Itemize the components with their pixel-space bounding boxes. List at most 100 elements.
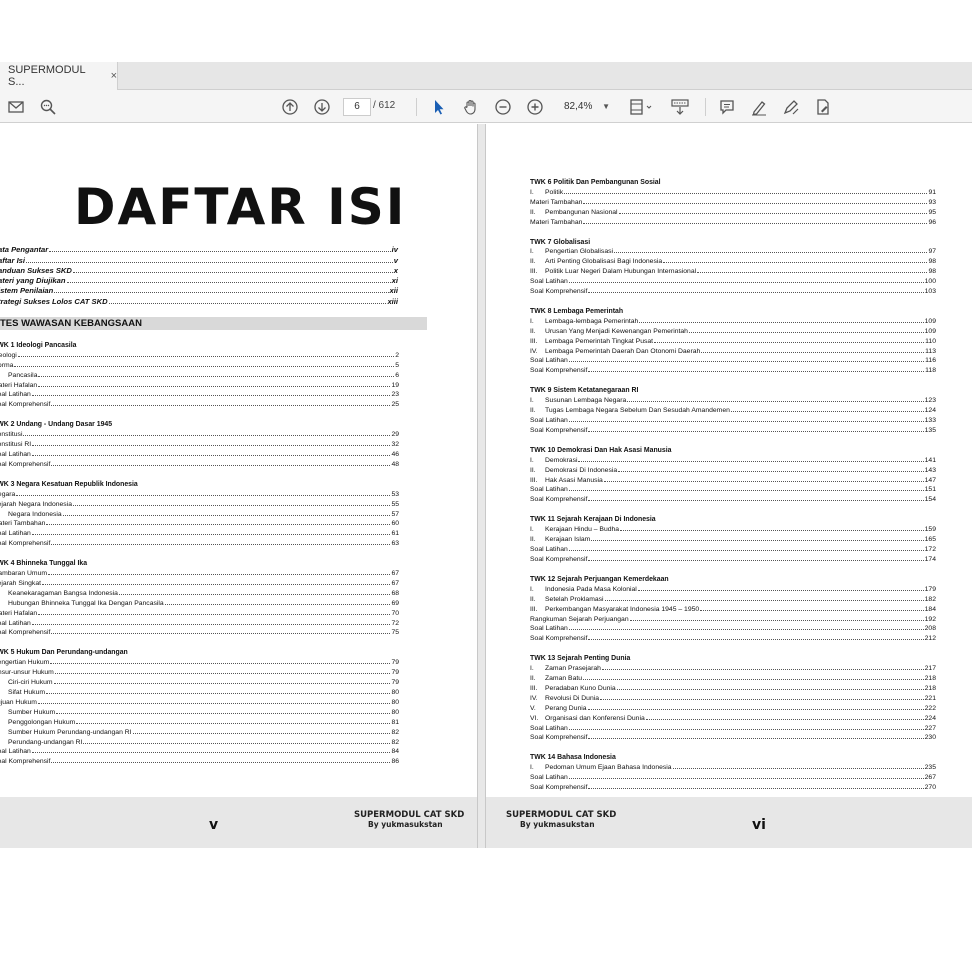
tab-close-icon[interactable]: × (111, 70, 117, 82)
toc-entry[interactable]: Soal Komprehensif 75 (0, 627, 399, 636)
toc-entry[interactable]: II. Urusan Yang Menjadi Kewenangan Pemeri… (530, 325, 936, 335)
toc-entry[interactable]: Materi Tambahan 60 (0, 518, 399, 527)
toc-entry[interactable]: Soal Latihan 151 (530, 484, 936, 493)
toc-entry[interactable]: II. Pembangunan Nasional 95 (530, 206, 936, 216)
toc-entry[interactable]: III. Perkembangan Masyarakat Indonesia 19… (530, 603, 936, 613)
toc-section-title[interactable]: TWK 9 Sistem Ketatanegaraan RI (530, 384, 936, 394)
toc-section-title[interactable]: TWK 14 Bahasa Indonesia (530, 751, 936, 761)
toc-entry[interactable]: I.Pancasila 6 (0, 369, 399, 379)
toc-entry[interactable]: Soal Komprehensif 86 (0, 755, 399, 765)
toc-entry[interactable]: I. Kerajaan Hindu – Budha 159 (530, 523, 936, 533)
toc-entry[interactable]: Konstitusi 29 (0, 428, 399, 438)
scroll-mode-icon[interactable] (668, 96, 692, 118)
toc-entry[interactable]: Soal Komprehensif 118 (530, 364, 936, 374)
toc-entry[interactable]: Gambaran Umum 67 (0, 567, 399, 577)
toc-entry[interactable]: II. Tugas Lembaga Negara Sebelum Dan Sesu… (530, 404, 936, 414)
toc-entry[interactable]: Soal Latihan 84 (0, 746, 399, 755)
toc-entry[interactable]: Soal Komprehensif 135 (530, 424, 936, 434)
toc-entry[interactable]: ata Pengantar iv (0, 244, 398, 254)
toc-section-title[interactable]: TWK 2 Undang - Undang Dasar 1945 (0, 418, 399, 428)
toc-entry[interactable]: Soal Latihan 46 (0, 448, 399, 458)
toc-entry[interactable]: Soal Latihan 208 (530, 623, 936, 632)
toc-entry[interactable]: Soal Latihan 172 (530, 543, 936, 553)
toc-entry[interactable]: Soal Komprehensif 63 (0, 537, 399, 547)
toc-entry[interactable]: V. Perang Dunia 222 (530, 702, 936, 712)
toc-entry[interactable]: Soal Komprehensif 48 (0, 458, 399, 468)
toc-entry[interactable]: Soal Latihan 23 (0, 389, 399, 398)
toc-section-title[interactable]: TWK 5 Hukum Dan Perundang-undangan (0, 646, 399, 656)
document-tab[interactable]: SUPERMODUL S... × (0, 62, 118, 90)
toc-entry[interactable]: III. Peradaban Kuno Dunia 218 (530, 682, 936, 692)
toc-entry[interactable]: IV. Revolusi Di Dunia 221 (530, 692, 936, 702)
zoom-level-select[interactable]: 82,4% ▼ (558, 98, 614, 116)
toc-entry[interactable]: Soal Latihan 227 (530, 722, 936, 732)
toc-entry[interactable]: Soal Komprehensif 154 (530, 493, 936, 503)
toc-entry[interactable]: I. Pengertian Globalisasi 97 (530, 246, 936, 255)
toc-entry[interactable]: Soal Latihan 116 (530, 355, 936, 364)
zoom-out-icon[interactable] (492, 96, 514, 118)
toc-entry[interactable]: V.Sifat Hukum 80 (0, 686, 399, 696)
toc-entry[interactable]: Soal Komprehensif 270 (530, 781, 936, 791)
toc-entry[interactable]: Materi Tambahan 93 (530, 196, 936, 206)
toc-entry[interactable]: Soal Komprehensif 174 (530, 553, 936, 563)
toc-entry[interactable]: I. Politik 91 (530, 186, 936, 196)
toc-entry[interactable]: Soal Latihan 61 (0, 527, 399, 537)
toc-entry[interactable]: I. Lembaga-lembaga Pemerintah 109 (530, 315, 936, 325)
toc-entry[interactable]: II. Arti Penting Globalisasi Bagi Indones… (530, 255, 936, 265)
toc-entry[interactable]: Negara 53 (0, 488, 399, 498)
toc-entry[interactable]: Rangkuman Sejarah Perjuangan 192 (530, 613, 936, 623)
toc-section-title[interactable]: TWK 6 Politik Dan Pembangunan Sosial (530, 176, 936, 186)
toc-entry[interactable]: Konstitusi RI 32 (0, 438, 399, 448)
toc-entry[interactable]: I. Zaman Prasejarah 217 (530, 662, 936, 672)
toc-entry[interactable]: II.Penggolongan Hukum 81 (0, 716, 399, 726)
zoom-in-icon[interactable] (524, 96, 546, 118)
toc-entry[interactable]: III. Politik Luar Negeri Dalam Hubungan I… (530, 265, 936, 275)
toc-entry[interactable]: II. Demokrasi Di Indonesia 143 (530, 464, 936, 474)
toc-entry[interactable]: I. Indonesia Pada Masa Kolonial 179 (530, 583, 936, 593)
draw-sign-icon[interactable] (780, 96, 802, 118)
toc-entry[interactable]: Soal Latihan 267 (530, 771, 936, 781)
toc-entry[interactable]: Soal Latihan 100 (530, 275, 936, 285)
comment-icon[interactable] (716, 96, 738, 118)
toc-section-title[interactable]: TWK 12 Sejarah Perjuangan Kemerdekaan (530, 573, 936, 583)
toc-entry[interactable]: Soal Latihan 72 (0, 617, 399, 627)
toc-section-title[interactable]: TWK 11 Sejarah Kerajaan Di Indonesia (530, 513, 936, 523)
toc-entry[interactable]: istem Penilaian xii (0, 285, 398, 295)
toc-entry[interactable]: II. Kerajaan Islam 165 (530, 533, 936, 543)
toc-entry[interactable]: Materi Hafalan 70 (0, 607, 399, 617)
search-icon[interactable] (37, 96, 59, 118)
email-icon[interactable] (5, 96, 27, 118)
toc-entry[interactable]: Sejarah Singkat 67 (0, 577, 399, 587)
select-cursor-icon[interactable] (428, 96, 450, 118)
toc-entry[interactable]: I.Keanekaragaman Bangsa Indonesia 68 (0, 587, 399, 597)
toc-entry[interactable]: Soal Latihan 133 (530, 414, 936, 424)
page-number-input[interactable]: 6 (343, 98, 371, 116)
toc-entry[interactable]: IV. Lembaga Pemerintah Daerah Dan Otonomi… (530, 345, 936, 355)
toc-entry[interactable]: III. Hak Asasi Manusia 147 (530, 474, 936, 484)
toc-entry[interactable]: Materi Hafalan 19 (0, 379, 399, 389)
toc-entry[interactable]: aftar Isi v (0, 254, 398, 265)
toc-entry[interactable]: Sejarah Negara Indonesia 55 (0, 498, 399, 508)
toc-entry[interactable]: anduan Sukses SKD x (0, 265, 398, 275)
toc-section-title[interactable]: TWK 13 Sejarah Penting Dunia (530, 652, 936, 662)
toc-entry[interactable]: V.Hubungan Bhinneka Tunggal Ika Dengan P… (0, 597, 399, 607)
toc-entry[interactable]: VI. Organisasi dan Konferensi Dunia 224 (530, 712, 936, 722)
toc-entry[interactable]: Ideologi 2 (0, 349, 399, 359)
toc-entry[interactable]: Soal Komprehensif 212 (530, 632, 936, 642)
toc-entry[interactable]: Soal Komprehensif 25 (0, 398, 399, 408)
toc-section-title[interactable]: TWK 4 Bhinneka Tunggal Ika (0, 557, 399, 567)
toc-entry[interactable]: Soal Komprehensif 103 (530, 285, 936, 295)
toc-entry[interactable]: I. Demokrasi 141 (530, 454, 936, 464)
fill-sign-icon[interactable] (812, 96, 834, 118)
next-page-icon[interactable] (311, 96, 333, 118)
toc-entry[interactable]: II. Setelah Proklamasi 182 (530, 593, 936, 603)
toc-section-title[interactable]: TWK 1 Ideologi Pancasila (0, 339, 399, 349)
toc-entry[interactable]: Pengertian Hukum 79 (0, 656, 399, 666)
previous-page-icon[interactable] (279, 96, 301, 118)
hand-tool-icon[interactable] (460, 96, 482, 118)
toc-section-title[interactable]: TWK 3 Negara Kesatuan Republik Indonesia (0, 478, 399, 488)
toc-entry[interactable]: Soal Komprehensif 230 (530, 732, 936, 741)
toc-entry[interactable]: trategi Sukses Lolos CAT SKD xiii (0, 295, 398, 306)
toc-entry[interactable]: ateri yang Diujikan xi (0, 275, 398, 285)
toc-section-title[interactable]: TWK 7 Globalisasi (530, 236, 936, 246)
